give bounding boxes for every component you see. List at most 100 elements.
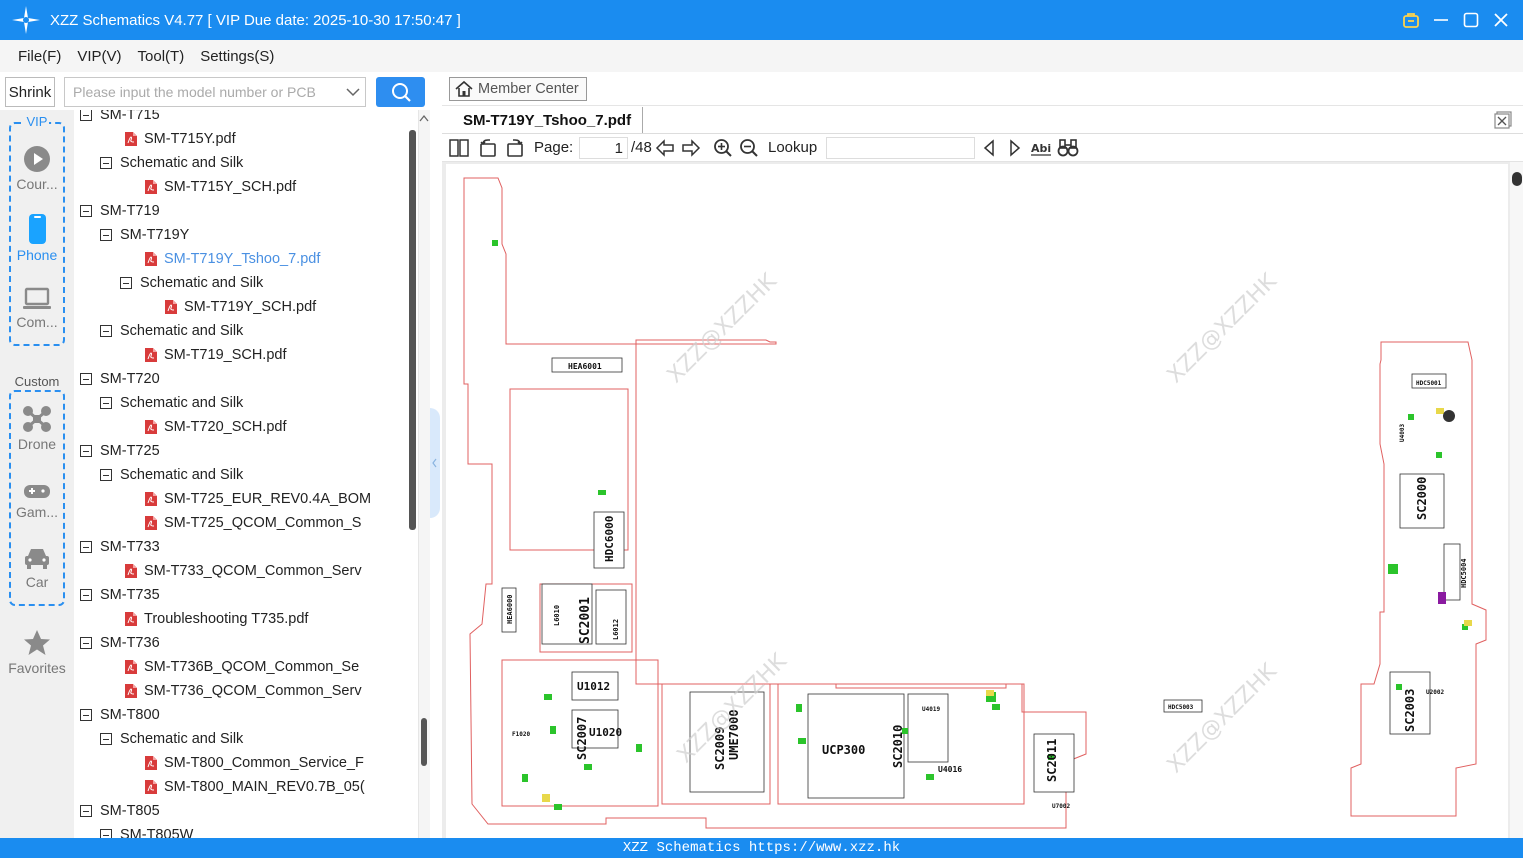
tree-folder-item[interactable]: SM-T805W: [100, 823, 193, 838]
tree-file-item[interactable]: SM-T733_QCOM_Common_Serv: [124, 559, 362, 583]
tree-scroll-thumb-secondary[interactable]: [421, 718, 427, 766]
zoom-out-icon[interactable]: [738, 137, 760, 159]
tree-folder-item[interactable]: Schematic and Silk: [100, 463, 243, 487]
minimize-icon[interactable]: [1431, 10, 1451, 30]
collapse-toggle-icon[interactable]: [100, 469, 112, 481]
tree-file-item[interactable]: Troubleshooting T735.pdf: [124, 607, 308, 631]
chevron-down-icon[interactable]: [341, 80, 365, 104]
collapse-toggle-icon[interactable]: [100, 397, 112, 409]
tree-file-item[interactable]: SM-T736_QCOM_Common_Serv: [124, 679, 362, 703]
tree-folder-item[interactable]: SM-T800: [80, 703, 160, 727]
viewport-scroll-thumb[interactable]: [1512, 172, 1522, 186]
collapse-toggle-icon[interactable]: [80, 445, 92, 457]
category-phone[interactable]: Phone: [0, 213, 74, 263]
rotate-right-icon[interactable]: [504, 137, 526, 159]
category-courses[interactable]: Cour...: [0, 144, 74, 192]
shrink-button[interactable]: Shrink: [5, 77, 55, 107]
tree-file-item[interactable]: SM-T715Y_SCH.pdf: [144, 175, 296, 199]
collapse-toggle-icon[interactable]: [80, 709, 92, 721]
tree-folder-item[interactable]: SM-T715: [80, 110, 160, 127]
document-tab[interactable]: SM-T719Y_Tshoo_7.pdf: [455, 107, 643, 133]
collapse-toggle-icon[interactable]: [80, 205, 92, 217]
find-next-icon[interactable]: [1004, 137, 1026, 159]
tree-folder-item[interactable]: SM-T719Y: [100, 223, 189, 247]
collapse-toggle-icon[interactable]: [100, 157, 112, 169]
category-game[interactable]: Gam...: [0, 480, 74, 520]
collapse-toggle-icon[interactable]: [100, 229, 112, 241]
find-previous-icon[interactable]: [978, 137, 1000, 159]
binoculars-icon[interactable]: [1057, 137, 1079, 159]
zoom-in-icon[interactable]: [712, 137, 734, 159]
menu-settings[interactable]: Settings(S): [200, 48, 274, 65]
member-center-button[interactable]: Member Center: [449, 77, 587, 101]
pdf-file-icon: [125, 564, 137, 578]
collapse-toggle-icon[interactable]: [100, 325, 112, 337]
two-page-view-icon[interactable]: [448, 137, 470, 159]
category-drone[interactable]: Drone: [0, 404, 74, 452]
tree-file-item[interactable]: SM-T725_QCOM_Common_S: [144, 511, 361, 535]
tree-folder-item[interactable]: SM-T805: [80, 799, 160, 823]
tree-file-item[interactable]: SM-T800_MAIN_REV0.7B_05(: [144, 775, 365, 799]
collapse-toggle-icon[interactable]: [80, 637, 92, 649]
tree-folder-item[interactable]: Schematic and Silk: [100, 151, 243, 175]
tree-folder-item[interactable]: Schematic and Silk: [100, 319, 243, 343]
lookup-input[interactable]: [826, 137, 975, 159]
tree-item-label: SM-T736: [100, 635, 160, 651]
tree-file-item[interactable]: SM-T715Y.pdf: [124, 127, 236, 151]
component-label: F1020: [512, 731, 530, 738]
tree-file-item[interactable]: SM-T725_EUR_REV0.4A_BOM: [144, 487, 371, 511]
tree-file-item[interactable]: SM-T800_Common_Service_F: [144, 751, 364, 775]
menu-vip[interactable]: VIP(V): [77, 48, 121, 65]
collapse-toggle-icon[interactable]: [80, 373, 92, 385]
collapse-toggle-icon[interactable]: [80, 110, 92, 121]
tree-file-item[interactable]: SM-T719Y_SCH.pdf: [164, 295, 316, 319]
page-number-input[interactable]: [579, 137, 628, 159]
collapse-toggle-icon[interactable]: [100, 829, 112, 838]
viewport-scrollbar[interactable]: [1510, 162, 1523, 838]
vip-bag-icon[interactable]: [1401, 10, 1421, 30]
tree-scroll-thumb[interactable]: [409, 130, 416, 530]
close-all-tabs-icon[interactable]: [1494, 111, 1512, 129]
collapse-toggle-icon[interactable]: [80, 589, 92, 601]
rotate-left-icon[interactable]: [477, 137, 499, 159]
tree-file-item[interactable]: SM-T719Y_Tshoo_7.pdf: [144, 247, 320, 271]
collapse-toggle-icon[interactable]: [120, 277, 132, 289]
tree-item-label: SM-T733: [100, 539, 160, 555]
maximize-icon[interactable]: [1461, 10, 1481, 30]
chevron-left-icon: [432, 458, 437, 468]
collapse-toggle-icon[interactable]: [80, 541, 92, 553]
category-car[interactable]: Car: [0, 546, 74, 590]
tree-file-item[interactable]: SM-T720_SCH.pdf: [144, 415, 287, 439]
tree-folder-item[interactable]: Schematic and Silk: [100, 727, 243, 751]
pdf-file-icon: [145, 780, 157, 794]
tree-folder-item[interactable]: SM-T719: [80, 199, 160, 223]
category-favorites[interactable]: Favorites: [0, 628, 74, 676]
menu-file[interactable]: File(F): [18, 48, 61, 65]
tree-folder-item[interactable]: SM-T725: [80, 439, 160, 463]
tree-folder-item[interactable]: SM-T720: [80, 367, 160, 391]
component-label: U1020: [589, 726, 622, 739]
match-case-icon[interactable]: Abi: [1030, 137, 1052, 159]
close-icon[interactable]: [1491, 10, 1511, 30]
tree-folder-item[interactable]: Schematic and Silk: [120, 271, 263, 295]
pdf-viewport[interactable]: HEA6001 HDC6000 HEA6000 SC2001 L6010 L60…: [442, 162, 1510, 838]
collapse-toggle-icon[interactable]: [80, 805, 92, 817]
tree-folder-item[interactable]: SM-T735: [80, 583, 160, 607]
watermark: XZZ@XZZHK: [663, 269, 782, 388]
category-computer[interactable]: Com...: [0, 286, 74, 330]
collapse-panel-handle[interactable]: [430, 408, 440, 518]
tree-folder-item[interactable]: SM-T736: [80, 631, 160, 655]
tree-folder-item[interactable]: Schematic and Silk: [100, 391, 243, 415]
tree-file-item[interactable]: SM-T719_SCH.pdf: [144, 343, 287, 367]
tree-file-item[interactable]: SM-T736B_QCOM_Common_Se: [124, 655, 359, 679]
model-search-input[interactable]: [65, 79, 341, 105]
search-button[interactable]: [376, 77, 425, 107]
scroll-up-icon[interactable]: [419, 112, 429, 126]
menu-tool[interactable]: Tool(T): [138, 48, 185, 65]
collapse-toggle-icon[interactable]: [100, 733, 112, 745]
app-logo-icon: [12, 6, 40, 34]
next-page-icon[interactable]: [680, 137, 702, 159]
tree-folder-item[interactable]: SM-T733: [80, 535, 160, 559]
previous-page-icon[interactable]: [654, 137, 676, 159]
schematic-page[interactable]: HEA6001 HDC6000 HEA6000 SC2001 L6010 L60…: [446, 164, 1508, 838]
